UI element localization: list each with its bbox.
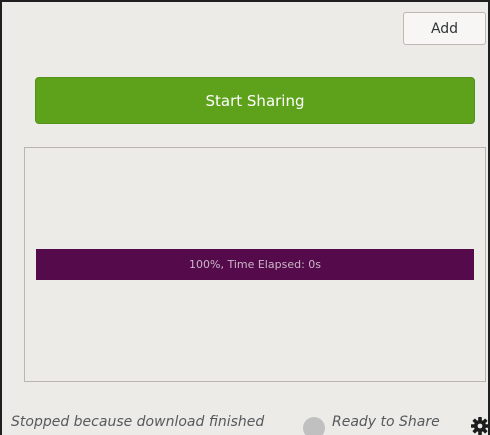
server-status-indicator-icon <box>303 417 325 435</box>
onionshare-window: Add Start Sharing 100%, Time Elapsed: 0s… <box>0 0 490 435</box>
gear-icon[interactable] <box>470 416 490 435</box>
status-message: Stopped because download finished <box>11 414 265 430</box>
add-button[interactable]: Add <box>403 12 486 45</box>
download-progress-bar: 100%, Time Elapsed: 0s <box>36 249 474 280</box>
status-bar: Stopped because download finished Ready … <box>2 412 490 435</box>
server-status-label: Ready to Share <box>332 414 440 430</box>
progress-label: 100%, Time Elapsed: 0s <box>189 258 321 271</box>
start-sharing-button[interactable]: Start Sharing <box>35 77 475 124</box>
downloads-panel: 100%, Time Elapsed: 0s <box>24 147 486 382</box>
